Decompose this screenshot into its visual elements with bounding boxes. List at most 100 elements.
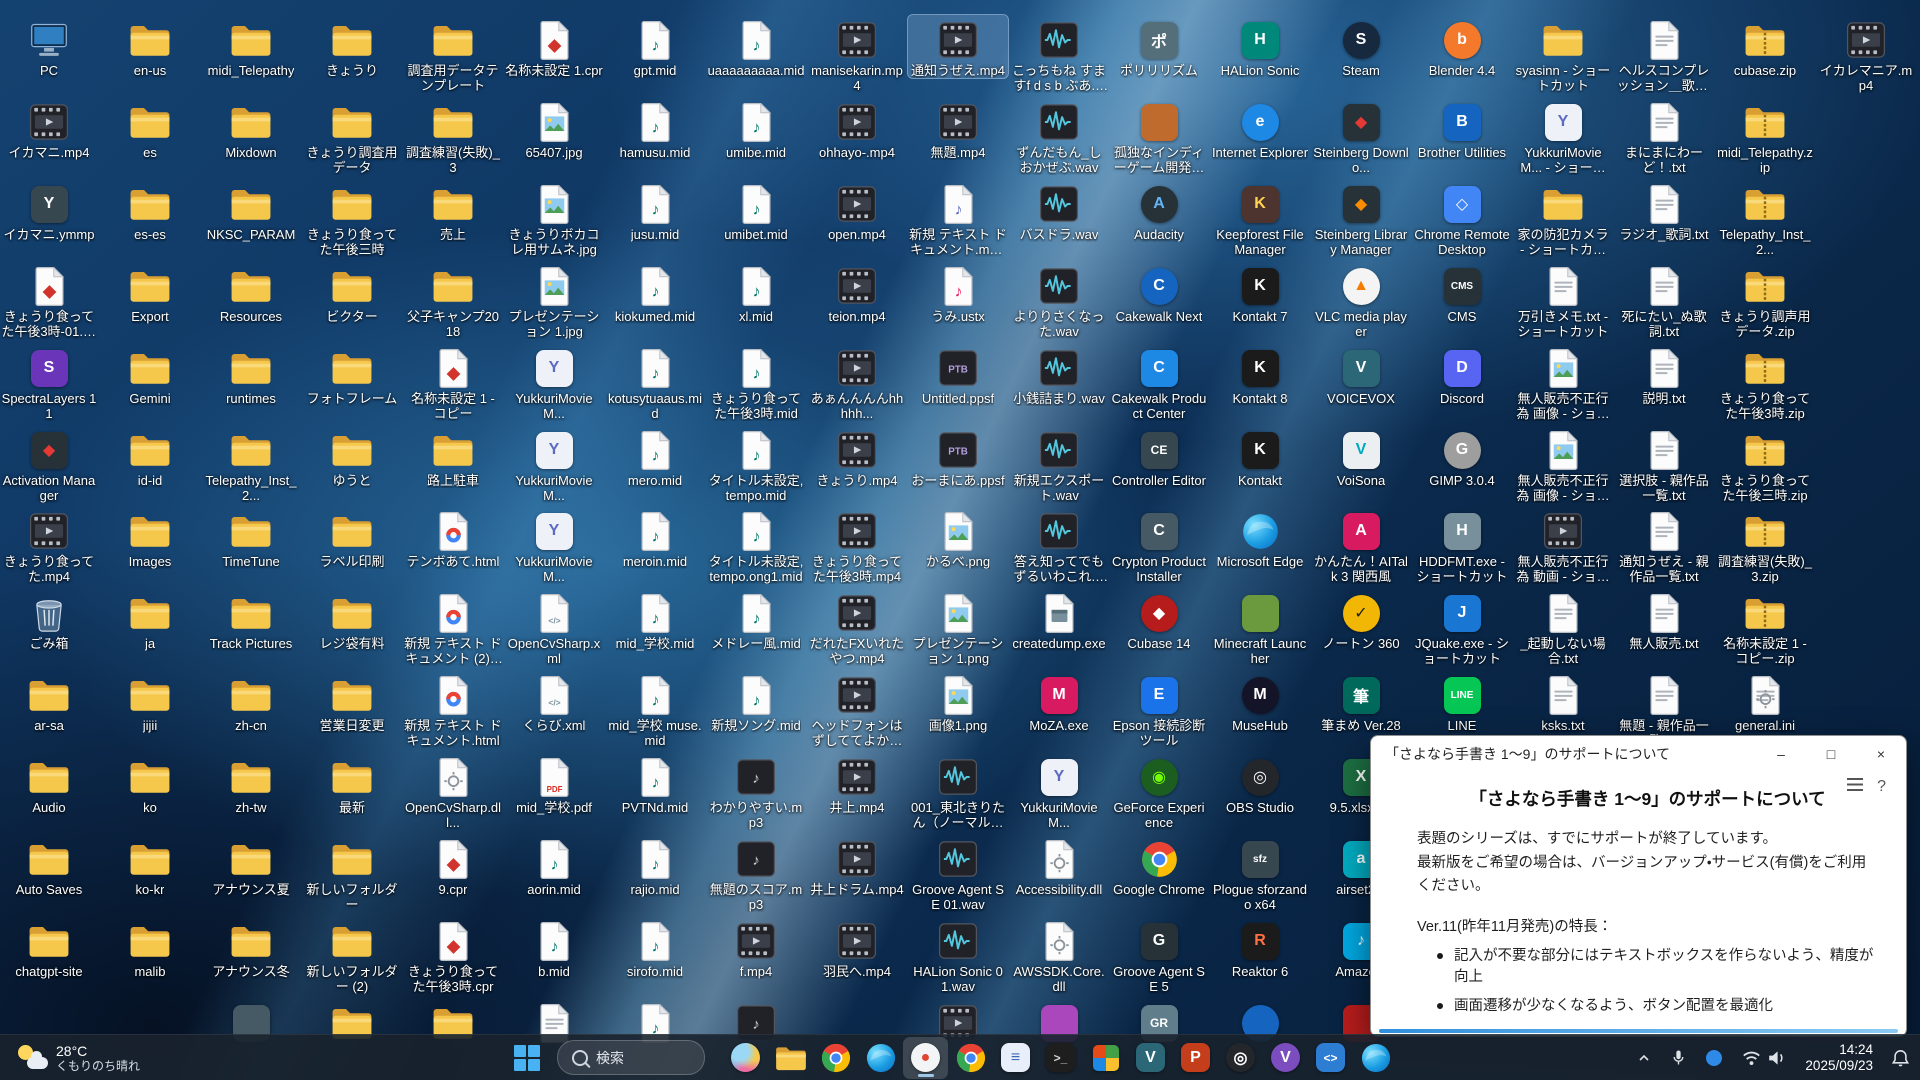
- desktop-icon[interactable]: ◆Steinberg Downlo...: [1311, 97, 1411, 175]
- desktop-icon[interactable]: 営業日変更: [302, 670, 402, 733]
- desktop-icon[interactable]: よりりさくなった.wav: [1009, 261, 1109, 339]
- desktop-icon[interactable]: ヘルスコンプレッション＿歌詞.txt: [1614, 15, 1714, 93]
- desktop-icon[interactable]: レジ袋有料: [302, 588, 402, 651]
- desktop-icon[interactable]: </> OpenCvSharp.xml: [504, 588, 604, 666]
- desktop-icon[interactable]: 調査練習(失敗)_3: [403, 97, 503, 175]
- desktop-icon[interactable]: midi_Telepathy.zip: [1715, 97, 1815, 175]
- taskbar-app-edge-2[interactable]: [1353, 1037, 1398, 1079]
- desktop-icon[interactable]: cubase.zip: [1715, 15, 1815, 78]
- desktop-icon[interactable]: CEController Editor: [1109, 425, 1209, 488]
- desktop-icon[interactable]: ♪ kiokumed.mid: [605, 261, 705, 324]
- desktop-icon[interactable]: あぁんんんんhhhhh...: [807, 343, 907, 421]
- desktop-icon[interactable]: ♪ kotusytuaaus.mid: [605, 343, 705, 421]
- desktop-icon[interactable]: きょうり: [302, 15, 402, 78]
- desktop-icon[interactable]: Yイカマニ.ymmp: [0, 179, 99, 242]
- desktop-icon[interactable]: DDiscord: [1412, 343, 1512, 406]
- desktop-icon[interactable]: きょうりボカコレ用サムネ.jpg: [504, 179, 604, 257]
- desktop-icon[interactable]: きょうり食ってた.mp4: [0, 506, 99, 584]
- desktop-icon[interactable]: 65407.jpg: [504, 97, 604, 160]
- desktop-icon[interactable]: イカマニ.mp4: [0, 97, 99, 160]
- desktop-icon[interactable]: イカレマニア.mp4: [1816, 15, 1916, 93]
- desktop-icon[interactable]: teion.mp4: [807, 261, 907, 324]
- desktop-icon[interactable]: HHDDFMT.exe - ショートカット: [1412, 506, 1512, 584]
- desktop-icon[interactable]: テンボあて.html: [403, 506, 503, 569]
- desktop-icon[interactable]: HALion Sonic 01.wav: [908, 916, 1008, 994]
- taskbar-app-terminal[interactable]: >_: [1038, 1037, 1083, 1079]
- desktop-icon[interactable]: 新しいフォルダー (2): [302, 916, 402, 994]
- desktop-icon[interactable]: ♪ タイトル未設定, tempo.mid: [706, 425, 806, 503]
- desktop-icon[interactable]: manisekarin.mp4: [807, 15, 907, 93]
- desktop-icon[interactable]: きょうり食ってた午後3時.zip: [1715, 343, 1815, 421]
- desktop-icon[interactable]: MMoZA.exe: [1009, 670, 1109, 733]
- taskbar-app-file-explorer[interactable]: [768, 1037, 813, 1079]
- start-button[interactable]: [505, 1038, 549, 1078]
- desktop-icon[interactable]: runtimes: [201, 343, 301, 406]
- desktop-icon[interactable]: RReaktor 6: [1210, 916, 1310, 979]
- desktop-icon[interactable]: きょうり食ってた午後三時: [302, 179, 402, 257]
- desktop-icon[interactable]: CCrypton Product Installer: [1109, 506, 1209, 584]
- desktop-icon[interactable]: ごみ箱: [0, 588, 99, 651]
- desktop-icon[interactable]: ◎OBS Studio: [1210, 752, 1310, 815]
- desktop-icon[interactable]: malib: [100, 916, 200, 979]
- desktop-icon[interactable]: syasinn - ショートカット: [1513, 15, 1613, 93]
- desktop-icon[interactable]: 名称未設定 1.cpr: [504, 15, 604, 78]
- desktop-icon[interactable]: 孤独なインディーゲーム開発者の一生...: [1109, 97, 1209, 175]
- desktop-icon[interactable]: 新規エクスポート.wav: [1009, 425, 1109, 503]
- desktop-icon[interactable]: 最新: [302, 752, 402, 815]
- taskbar-app-office[interactable]: [1083, 1037, 1128, 1079]
- desktop-icon[interactable]: es: [100, 97, 200, 160]
- desktop-icon[interactable]: ♪ b.mid: [504, 916, 604, 979]
- taskbar-app-vscode[interactable]: <>: [1308, 1037, 1353, 1079]
- desktop-icon[interactable]: かるべ.png: [908, 506, 1008, 569]
- desktop-icon[interactable]: 父子キャンプ2018: [403, 261, 503, 339]
- desktop-icon[interactable]: ♪ きょうり食ってた午後3時.mid: [706, 343, 806, 421]
- taskbar-app-edge[interactable]: [858, 1037, 903, 1079]
- desktop-icon[interactable]: 調査用データテンプレート: [403, 15, 503, 93]
- desktop-icon[interactable]: ♪ 新規ソング.mid: [706, 670, 806, 733]
- desktop-icon[interactable]: ◇Chrome Remote Desktop: [1412, 179, 1512, 257]
- desktop-icon[interactable]: ビクター: [302, 261, 402, 324]
- desktop-icon[interactable]: 調査練習(失敗)_3.zip: [1715, 506, 1815, 584]
- desktop-icon[interactable]: VVOICEVOX: [1311, 343, 1411, 406]
- desktop-icon[interactable]: </> くらび.xml: [504, 670, 604, 733]
- desktop-icon[interactable]: Aかんたん！AITalk 3 関西風: [1311, 506, 1411, 584]
- taskbar-clock[interactable]: 14:24 2025/09/23: [1801, 1040, 1877, 1076]
- taskbar-app-copilot[interactable]: [723, 1037, 768, 1079]
- tray-app-icon[interactable]: [1701, 1046, 1727, 1070]
- minimize-button[interactable]: –: [1756, 736, 1806, 772]
- desktop-icon[interactable]: アナウンス冬: [201, 916, 301, 979]
- desktop-icon[interactable]: f.mp4: [706, 916, 806, 979]
- desktop-icon[interactable]: 選択肢 - 親作品一覧.txt: [1614, 425, 1714, 503]
- dialog-titlebar[interactable]: 「さよなら手書き 1～9」のサポートについて – □ ×: [1371, 736, 1906, 772]
- desktop-icon[interactable]: ◆Steinberg Library Manager: [1311, 179, 1411, 257]
- desktop-icon[interactable]: CCakewalk Next: [1109, 261, 1209, 324]
- desktop-icon[interactable]: ヘッドフォンはずしててよかった.mp4: [807, 670, 907, 748]
- desktop-icon[interactable]: きょうり食ってた午後3時-01.cpr: [0, 261, 99, 339]
- taskbar-app-voicevox[interactable]: V: [1128, 1037, 1173, 1079]
- desktop-icon[interactable]: ♪ PVTNd.mid: [605, 752, 705, 815]
- desktop-icon[interactable]: 家の防犯カメラ - ショートカット: [1513, 179, 1613, 257]
- desktop-icon[interactable]: ♪ mid_学校.mid: [605, 588, 705, 651]
- list-menu-icon[interactable]: [1847, 778, 1863, 796]
- desktop-icon[interactable]: きょうり食ってた午後3時.cpr: [403, 916, 503, 994]
- desktop-icon[interactable]: BBrother Utilities: [1412, 97, 1512, 160]
- desktop-icon[interactable]: VVoiSona: [1311, 425, 1411, 488]
- desktop-icon[interactable]: バスドラ.wav: [1009, 179, 1109, 242]
- desktop-icon[interactable]: ◆Cubase 14: [1109, 588, 1209, 651]
- desktop-icon[interactable]: CCakewalk Product Center: [1109, 343, 1209, 421]
- desktop-icon[interactable]: ゆうと: [302, 425, 402, 488]
- desktop-icon[interactable]: YYukkuriMovieM... - ショートカット: [1513, 97, 1613, 175]
- taskbar-app-notepad[interactable]: ≡: [993, 1037, 1038, 1079]
- desktop-icon[interactable]: 新規 テキスト ドキュメント (2).html: [403, 588, 503, 666]
- desktop-icon[interactable]: きょうり調声用データ.zip: [1715, 261, 1815, 339]
- desktop-icon[interactable]: まにまにわーど！.txt: [1614, 97, 1714, 175]
- desktop-icon[interactable]: Auto Saves: [0, 834, 99, 897]
- desktop-icon[interactable]: midi_Telepathy: [201, 15, 301, 78]
- desktop-icon[interactable]: Telepathy_Inst_2...: [201, 425, 301, 503]
- desktop-icon[interactable]: EEpson 接続診断ツール: [1109, 670, 1209, 748]
- desktop-icon[interactable]: GGroove Agent SE 5: [1109, 916, 1209, 994]
- desktop-icon[interactable]: 井上.mp4: [807, 752, 907, 815]
- desktop-icon[interactable]: こっちもね すますf d s b ぶあ.wav: [1009, 15, 1109, 93]
- desktop-icon[interactable]: KKontakt 7: [1210, 261, 1310, 324]
- desktop-icon[interactable]: 新規 テキスト ドキュメント.html: [403, 670, 503, 748]
